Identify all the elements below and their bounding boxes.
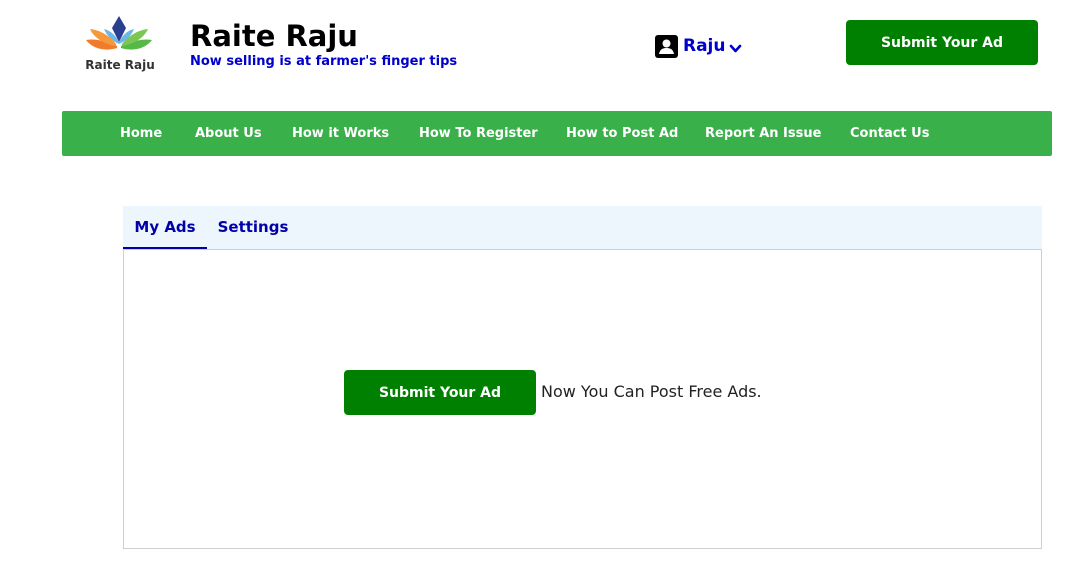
nav-item-contact-us[interactable]: Contact Us: [850, 111, 929, 156]
content-submit-ad-button[interactable]: Submit Your Ad: [344, 370, 536, 415]
user-menu[interactable]: Raju: [655, 34, 742, 58]
page: Raite Raju Raite Raju Now selling is at …: [0, 0, 1072, 570]
lotus-logo-icon: [86, 16, 152, 50]
site-logo[interactable]: Raite Raju: [78, 16, 160, 76]
nav-item-how-to-register[interactable]: How To Register: [419, 111, 538, 156]
header-submit-ad-button[interactable]: Submit Your Ad: [846, 20, 1038, 65]
nav-item-home[interactable]: Home: [120, 111, 162, 156]
site-tagline: Now selling is at farmer's finger tips: [190, 54, 458, 69]
nav-item-how-to-post-ad[interactable]: How to Post Ad: [566, 111, 678, 156]
tab-settings[interactable]: Settings: [215, 206, 291, 247]
main-nav: Home About Us How it Works How To Regist…: [62, 111, 1052, 156]
free-ads-message: Now You Can Post Free Ads.: [541, 382, 762, 401]
account-tabs: My Ads Settings: [123, 206, 1042, 249]
tab-my-ads[interactable]: My Ads: [123, 206, 207, 249]
nav-item-how-it-works[interactable]: How it Works: [292, 111, 389, 156]
user-name: Raju: [683, 36, 726, 56]
logo-text: Raite Raju: [85, 58, 155, 72]
nav-item-about-us[interactable]: About Us: [195, 111, 262, 156]
user-profile-icon: [655, 34, 678, 58]
chevron-down-icon: [729, 40, 742, 53]
nav-item-report-an-issue[interactable]: Report An Issue: [705, 111, 821, 156]
site-title: Raite Raju: [190, 19, 358, 53]
